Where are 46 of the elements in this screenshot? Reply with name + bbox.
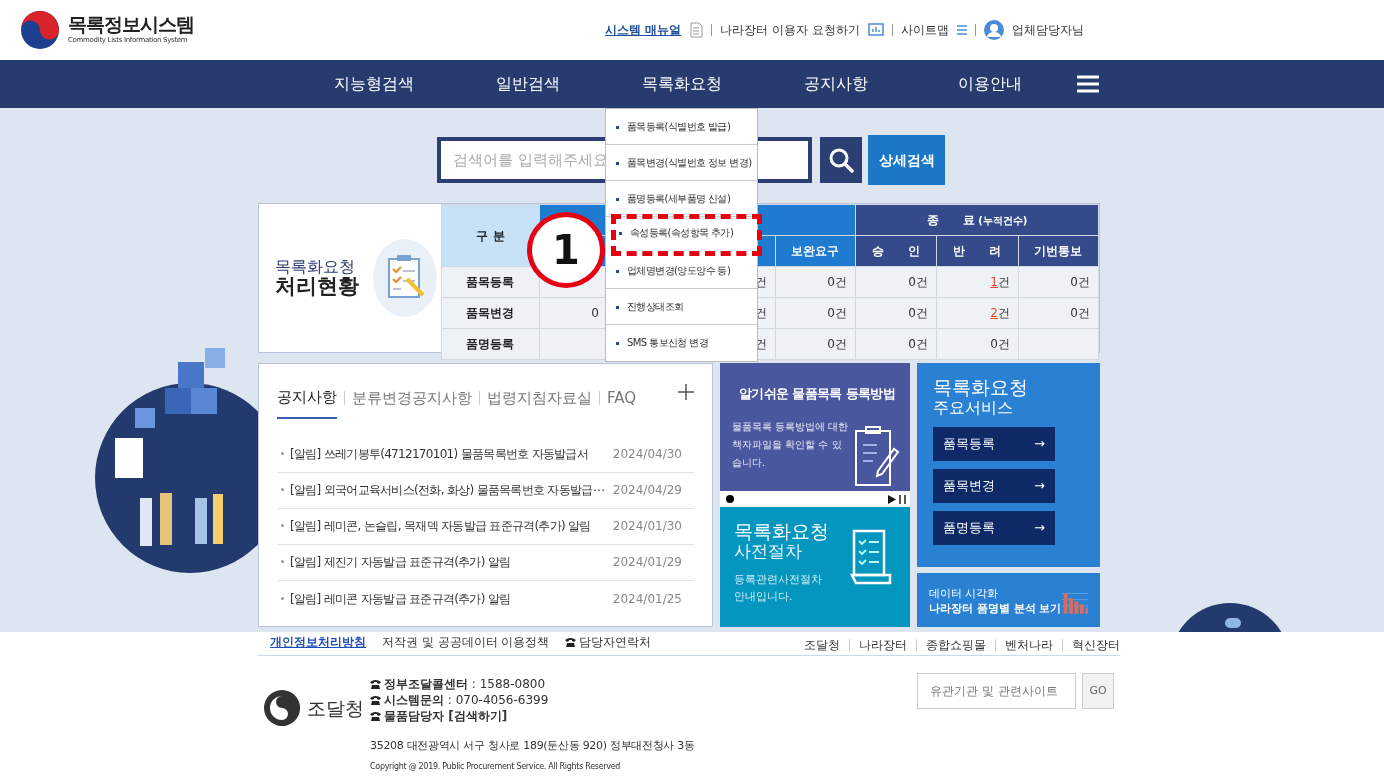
status-title: 처리현황 bbox=[275, 275, 359, 299]
count-cell: 0건 bbox=[855, 328, 937, 360]
status-title: 목록화요청 bbox=[275, 257, 356, 276]
count-cell: 0건 bbox=[775, 297, 856, 329]
services-subtitle: 주요서비스 bbox=[933, 397, 1014, 418]
notice-date: 2024/01/30 bbox=[612, 518, 682, 535]
logo-title: 목록정보시스템 bbox=[68, 14, 194, 36]
row-label: 품목변경 bbox=[441, 297, 540, 329]
count-cell: 0건 bbox=[775, 328, 856, 360]
column-header: 기번통보 bbox=[1018, 235, 1099, 267]
column-header: 보완요구 bbox=[775, 235, 856, 267]
count-cell: 2건 bbox=[936, 297, 1019, 329]
notice-date: 2024/01/29 bbox=[612, 554, 682, 571]
contact-line: 물품담당자 [검색하기] bbox=[370, 708, 695, 724]
contact-line: 정부조달콜센터 : 1588-0800 bbox=[370, 676, 695, 692]
count-cell: 1건 bbox=[936, 266, 1019, 298]
arrow-icon: → bbox=[1034, 434, 1045, 454]
contact-line: 시스템문의 : 070-4056-6399 bbox=[370, 692, 695, 708]
guide-card-text: 물품목록 등록방법에 대한 책자파일을 확인할 수 있습니다. bbox=[732, 419, 850, 470]
guide-card-title: 알기쉬운 물품목록 등록방법 bbox=[737, 385, 897, 403]
count-cell: 0건 bbox=[1018, 297, 1099, 329]
user-name: 업체담당자님 bbox=[1012, 22, 1084, 39]
pre-card-text: 등록관련사전절차 안내입니다. bbox=[734, 571, 823, 606]
count-cell: 0건 bbox=[936, 328, 1019, 360]
copyright-text: Copyright @ 2019. Public Procurement Service. All Rights Reserved bbox=[370, 760, 622, 773]
notice-date: 2024/04/30 bbox=[612, 446, 682, 463]
column-header: 반 려 bbox=[936, 235, 1019, 267]
notice-date: 2024/01/25 bbox=[612, 590, 682, 608]
row-label: 품목등록 bbox=[441, 266, 540, 298]
pre-card-subtitle: 사전절차 bbox=[734, 541, 802, 561]
notice-date: 2024/04/29 bbox=[612, 482, 682, 499]
address-text: 35208 대전광역시 서구 청사로 189(둔산동 920) 정부대전청사 3동 bbox=[370, 738, 695, 754]
pre-card-title: 목록화요청 bbox=[734, 521, 830, 542]
column-group-header: 종 료 (누적건수) bbox=[855, 204, 1099, 236]
count-cell: 0건 bbox=[855, 297, 937, 329]
count-cell: 0건 bbox=[855, 266, 937, 298]
count-cell: 0건 bbox=[1018, 266, 1099, 298]
count-cell: 0건 bbox=[775, 266, 856, 298]
organization-name: 조달청 bbox=[307, 695, 364, 721]
column-header: 승 인 bbox=[855, 235, 937, 267]
data-card-title: 나라장터 품명별 분석 보기 bbox=[929, 600, 1062, 617]
arrow-icon: → bbox=[1034, 518, 1045, 538]
row-label: 품명등록 bbox=[441, 328, 540, 360]
data-card-label: 데이터 시각화 bbox=[929, 586, 1000, 601]
arrow-icon: → bbox=[1034, 476, 1045, 496]
services-title: 목록화요청 bbox=[933, 377, 1029, 398]
